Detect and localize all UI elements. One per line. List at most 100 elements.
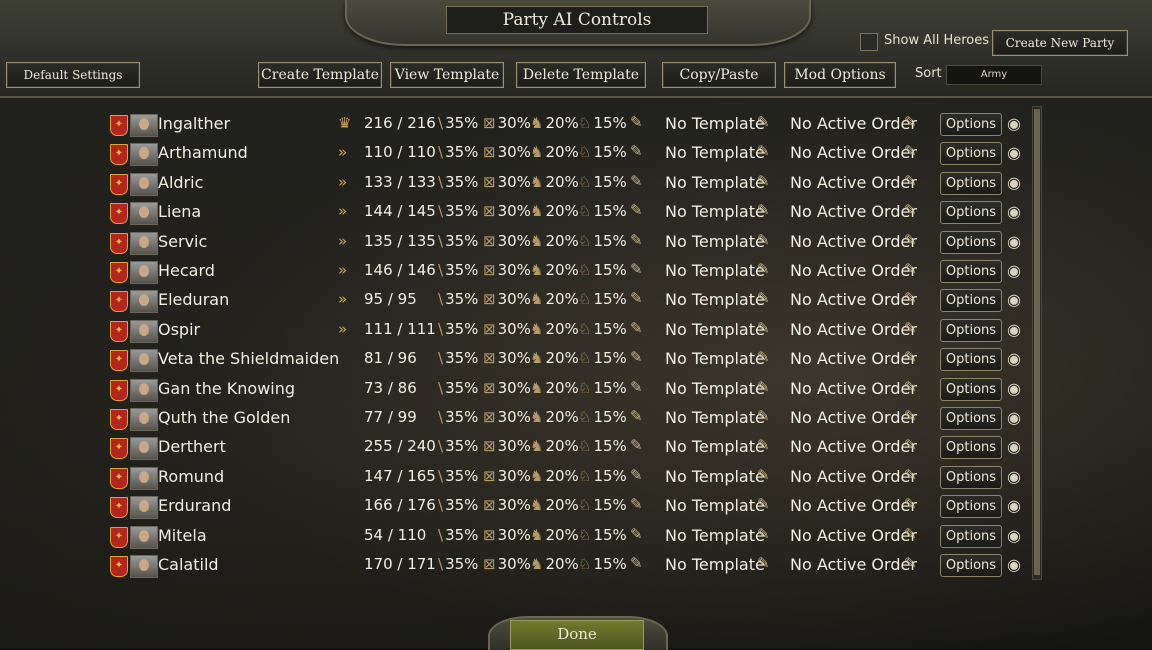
party-row[interactable]: ✦ Ingalther ♛ 216 / 216 \ 35% ⊠ 30% ♞ 20% ♘… (100, 110, 1035, 139)
eye-icon[interactable]: ◉ (1007, 114, 1021, 133)
sort-dropdown[interactable]: Army (946, 65, 1042, 85)
edit-template-icon[interactable]: ✎ (757, 113, 770, 131)
party-row[interactable]: ✦ Servic » 135 / 135 \ 35% ⊠ 30% ♞ 20% ♘ 15%… (100, 228, 1035, 257)
edit-order-icon[interactable]: ✎ (904, 172, 917, 190)
eye-icon[interactable]: ◉ (1007, 379, 1021, 398)
edit-order-icon[interactable]: ✎ (904, 142, 917, 160)
options-button[interactable]: Options (940, 171, 1002, 195)
show-all-heroes-checkbox[interactable] (860, 33, 878, 51)
options-button[interactable]: Options (940, 495, 1002, 519)
options-button[interactable]: Options (940, 554, 1002, 577)
edit-template-icon[interactable]: ✎ (757, 172, 770, 190)
options-button[interactable]: Options (940, 201, 1002, 225)
edit-template-icon[interactable]: ✎ (757, 142, 770, 160)
party-row[interactable]: ✦ Derthert 255 / 240 \ 35% ⊠ 30% ♞ 20% ♘ 15%… (100, 433, 1035, 462)
copy-paste-button[interactable]: Copy/Paste (662, 62, 776, 88)
party-row[interactable]: ✦ Arthamund » 110 / 110 \ 35% ⊠ 30% ♞ 20% ♘… (100, 139, 1035, 168)
edit-composition-icon[interactable]: ✎ (630, 231, 643, 249)
eye-icon[interactable]: ◉ (1007, 437, 1021, 456)
edit-composition-icon[interactable]: ✎ (630, 289, 643, 307)
eye-icon[interactable]: ◉ (1007, 526, 1021, 545)
party-row[interactable]: ✦ Erdurand 166 / 176 \ 35% ⊠ 30% ♞ 20% ♘ 15%… (100, 492, 1035, 521)
edit-composition-icon[interactable]: ✎ (630, 436, 643, 454)
edit-order-icon[interactable]: ✎ (904, 495, 917, 513)
edit-template-icon[interactable]: ✎ (757, 495, 770, 513)
eye-icon[interactable]: ◉ (1007, 290, 1021, 309)
edit-composition-icon[interactable]: ✎ (630, 113, 643, 131)
edit-order-icon[interactable]: ✎ (904, 554, 917, 572)
edit-template-icon[interactable]: ✎ (757, 436, 770, 454)
party-row[interactable]: ✦ Calatild 170 / 171 \ 35% ⊠ 30% ♞ 20% ♘ 15%… (100, 551, 1035, 580)
edit-composition-icon[interactable]: ✎ (630, 142, 643, 160)
edit-template-icon[interactable]: ✎ (757, 378, 770, 396)
delete-template-button[interactable]: Delete Template (516, 62, 646, 88)
eye-icon[interactable]: ◉ (1007, 261, 1021, 280)
options-button[interactable]: Options (940, 348, 1002, 372)
edit-order-icon[interactable]: ✎ (904, 436, 917, 454)
edit-composition-icon[interactable]: ✎ (630, 348, 643, 366)
edit-template-icon[interactable]: ✎ (757, 289, 770, 307)
view-template-button[interactable]: View Template (390, 62, 504, 88)
eye-icon[interactable]: ◉ (1007, 555, 1021, 574)
scrollbar-thumb[interactable] (1034, 109, 1040, 575)
scrollbar[interactable] (1032, 106, 1042, 580)
options-button[interactable]: Options (940, 289, 1002, 313)
edit-order-icon[interactable]: ✎ (904, 289, 917, 307)
party-row[interactable]: ✦ Mitela 54 / 110 \ 35% ⊠ 30% ♞ 20% ♘ 15% ✎ … (100, 522, 1035, 551)
eye-icon[interactable]: ◉ (1007, 232, 1021, 251)
edit-template-icon[interactable]: ✎ (757, 319, 770, 337)
party-row[interactable]: ✦ Ospir » 111 / 111 \ 35% ⊠ 30% ♞ 20% ♘ 15% … (100, 316, 1035, 345)
eye-icon[interactable]: ◉ (1007, 143, 1021, 162)
done-button[interactable]: Done (510, 620, 644, 650)
edit-composition-icon[interactable]: ✎ (630, 495, 643, 513)
edit-template-icon[interactable]: ✎ (757, 231, 770, 249)
edit-template-icon[interactable]: ✎ (757, 260, 770, 278)
edit-template-icon[interactable]: ✎ (757, 201, 770, 219)
party-row[interactable]: ✦ Hecard » 146 / 146 \ 35% ⊠ 30% ♞ 20% ♘ 15%… (100, 257, 1035, 286)
edit-order-icon[interactable]: ✎ (904, 201, 917, 219)
options-button[interactable]: Options (940, 524, 1002, 548)
mod-options-button[interactable]: Mod Options (784, 62, 896, 88)
options-button[interactable]: Options (940, 465, 1002, 489)
edit-composition-icon[interactable]: ✎ (630, 466, 643, 484)
edit-template-icon[interactable]: ✎ (757, 407, 770, 425)
party-row[interactable]: ✦ Eleduran » 95 / 95 \ 35% ⊠ 30% ♞ 20% ♘ 15%… (100, 286, 1035, 315)
edit-order-icon[interactable]: ✎ (904, 348, 917, 366)
edit-template-icon[interactable]: ✎ (757, 554, 770, 572)
eye-icon[interactable]: ◉ (1007, 408, 1021, 427)
create-template-button[interactable]: Create Template (258, 62, 382, 88)
edit-composition-icon[interactable]: ✎ (630, 407, 643, 425)
party-row[interactable]: ✦ Quth the Golden 77 / 99 \ 35% ⊠ 30% ♞ 20%… (100, 404, 1035, 433)
options-button[interactable]: Options (940, 377, 1002, 401)
edit-composition-icon[interactable]: ✎ (630, 201, 643, 219)
edit-composition-icon[interactable]: ✎ (630, 554, 643, 572)
party-row[interactable]: ✦ Aldric » 133 / 133 \ 35% ⊠ 30% ♞ 20% ♘ 15%… (100, 169, 1035, 198)
edit-order-icon[interactable]: ✎ (904, 231, 917, 249)
eye-icon[interactable]: ◉ (1007, 349, 1021, 368)
edit-composition-icon[interactable]: ✎ (630, 378, 643, 396)
party-row[interactable]: ✦ Veta the Shieldmaiden 81 / 96 \ 35% ⊠ 30… (100, 345, 1035, 374)
edit-order-icon[interactable]: ✎ (904, 525, 917, 543)
party-row[interactable]: ✦ Gan the Knowing 73 / 86 \ 35% ⊠ 30% ♞ 20%… (100, 375, 1035, 404)
edit-order-icon[interactable]: ✎ (904, 378, 917, 396)
create-new-party-button[interactable]: Create New Party (992, 30, 1128, 56)
edit-template-icon[interactable]: ✎ (757, 466, 770, 484)
party-row[interactable]: ✦ Romund 147 / 165 \ 35% ⊠ 30% ♞ 20% ♘ 15% ✎… (100, 463, 1035, 492)
edit-order-icon[interactable]: ✎ (904, 407, 917, 425)
edit-composition-icon[interactable]: ✎ (630, 525, 643, 543)
options-button[interactable]: Options (940, 436, 1002, 460)
options-button[interactable]: Options (940, 318, 1002, 342)
party-row[interactable]: ✦ Liena » 144 / 145 \ 35% ⊠ 30% ♞ 20% ♘ 15% … (100, 198, 1035, 227)
eye-icon[interactable]: ◉ (1007, 467, 1021, 486)
edit-template-icon[interactable]: ✎ (757, 525, 770, 543)
eye-icon[interactable]: ◉ (1007, 173, 1021, 192)
edit-template-icon[interactable]: ✎ (757, 348, 770, 366)
eye-icon[interactable]: ◉ (1007, 320, 1021, 339)
eye-icon[interactable]: ◉ (1007, 202, 1021, 221)
options-button[interactable]: Options (940, 407, 1002, 430)
options-button[interactable]: Options (940, 142, 1002, 166)
options-button[interactable]: Options (940, 230, 1002, 254)
edit-order-icon[interactable]: ✎ (904, 319, 917, 337)
default-settings-button[interactable]: Default Settings (6, 62, 140, 88)
eye-icon[interactable]: ◉ (1007, 496, 1021, 515)
